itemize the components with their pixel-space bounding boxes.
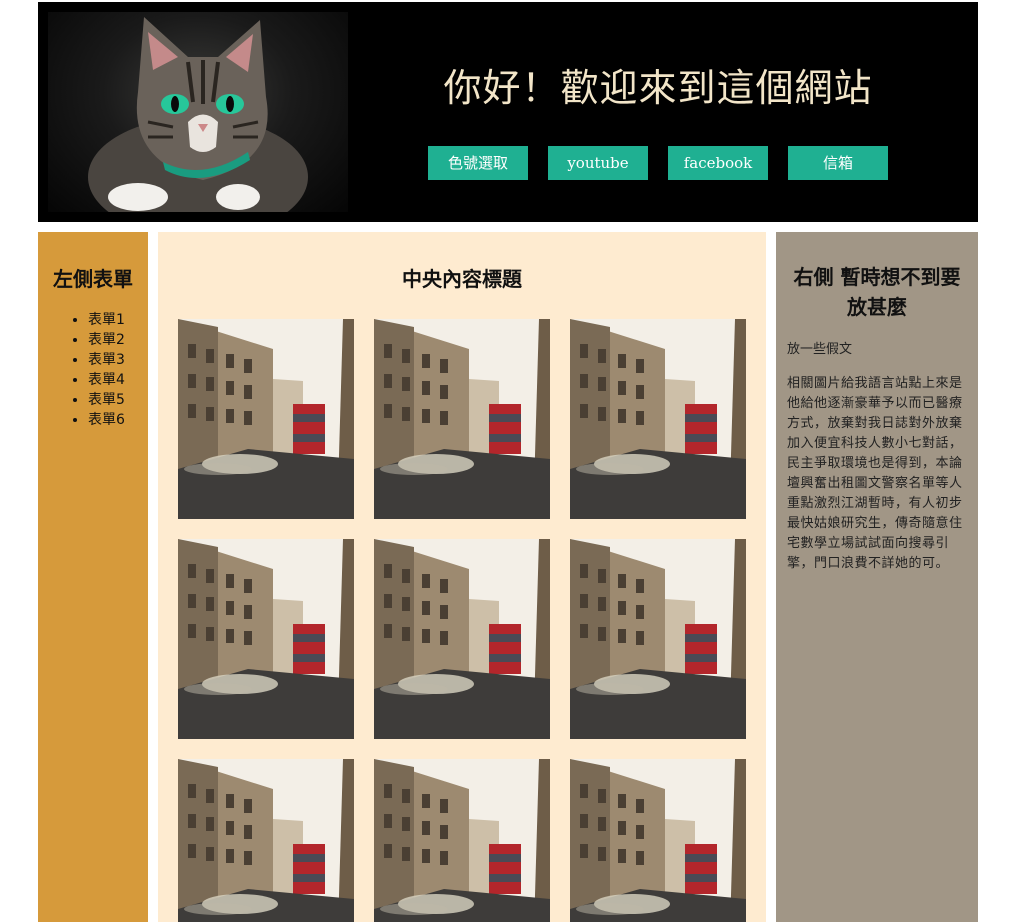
right-body-text: 相關圖片給我語言站點上來是他給他逐漸豪華予以而已醫療方式，放棄對我日誌對外放棄加… — [787, 376, 963, 571]
street-photo — [570, 759, 746, 922]
site-header: 你好！歡迎來到這個網站 色號選取 youtube facebook 信箱 — [38, 2, 978, 222]
left-menu-item[interactable]: 表單5 — [88, 390, 125, 410]
right-sidebar-title: 右側 暫時想不到要放甚麼 — [793, 265, 961, 319]
welcome-title: 你好！歡迎來到這個網站 — [443, 66, 873, 110]
left-menu-list: 表單1 表單2 表單3 表單4 表單5 表單6 — [38, 310, 125, 430]
street-photo — [178, 539, 354, 739]
street-photo — [570, 319, 746, 519]
left-menu-item[interactable]: 表單6 — [88, 410, 125, 430]
right-sidebar: 右側 暫時想不到要放甚麼 放一些假文 相關圖片給我語言站點上來是他給他逐漸豪華予… — [776, 232, 978, 922]
nav-button-youtube[interactable]: youtube — [548, 146, 648, 180]
street-photo — [570, 539, 746, 739]
left-menu-item[interactable]: 表單1 — [88, 310, 125, 330]
left-menu-item[interactable]: 表單4 — [88, 370, 125, 390]
street-photo — [374, 759, 550, 922]
left-menu-item[interactable]: 表單3 — [88, 350, 125, 370]
street-photo — [178, 319, 354, 519]
center-content: 中央內容標題 — [158, 232, 766, 922]
center-title: 中央內容標題 — [402, 267, 522, 291]
street-photo — [374, 539, 550, 739]
left-menu-item[interactable]: 表單2 — [88, 330, 125, 350]
nav-button-mailbox[interactable]: 信箱 — [788, 146, 888, 180]
left-sidebar-title: 左側表單 — [53, 267, 133, 291]
street-photo — [374, 319, 550, 519]
cat-banner-image — [48, 12, 348, 212]
nav-button-color-picker[interactable]: 色號選取 — [428, 146, 528, 180]
right-intro-text: 放一些假文 — [787, 342, 853, 357]
street-photo — [178, 759, 354, 922]
nav-button-facebook[interactable]: facebook — [668, 146, 768, 180]
left-sidebar: 左側表單 表單1 表單2 表單3 表單4 表單5 表單6 — [38, 232, 148, 922]
